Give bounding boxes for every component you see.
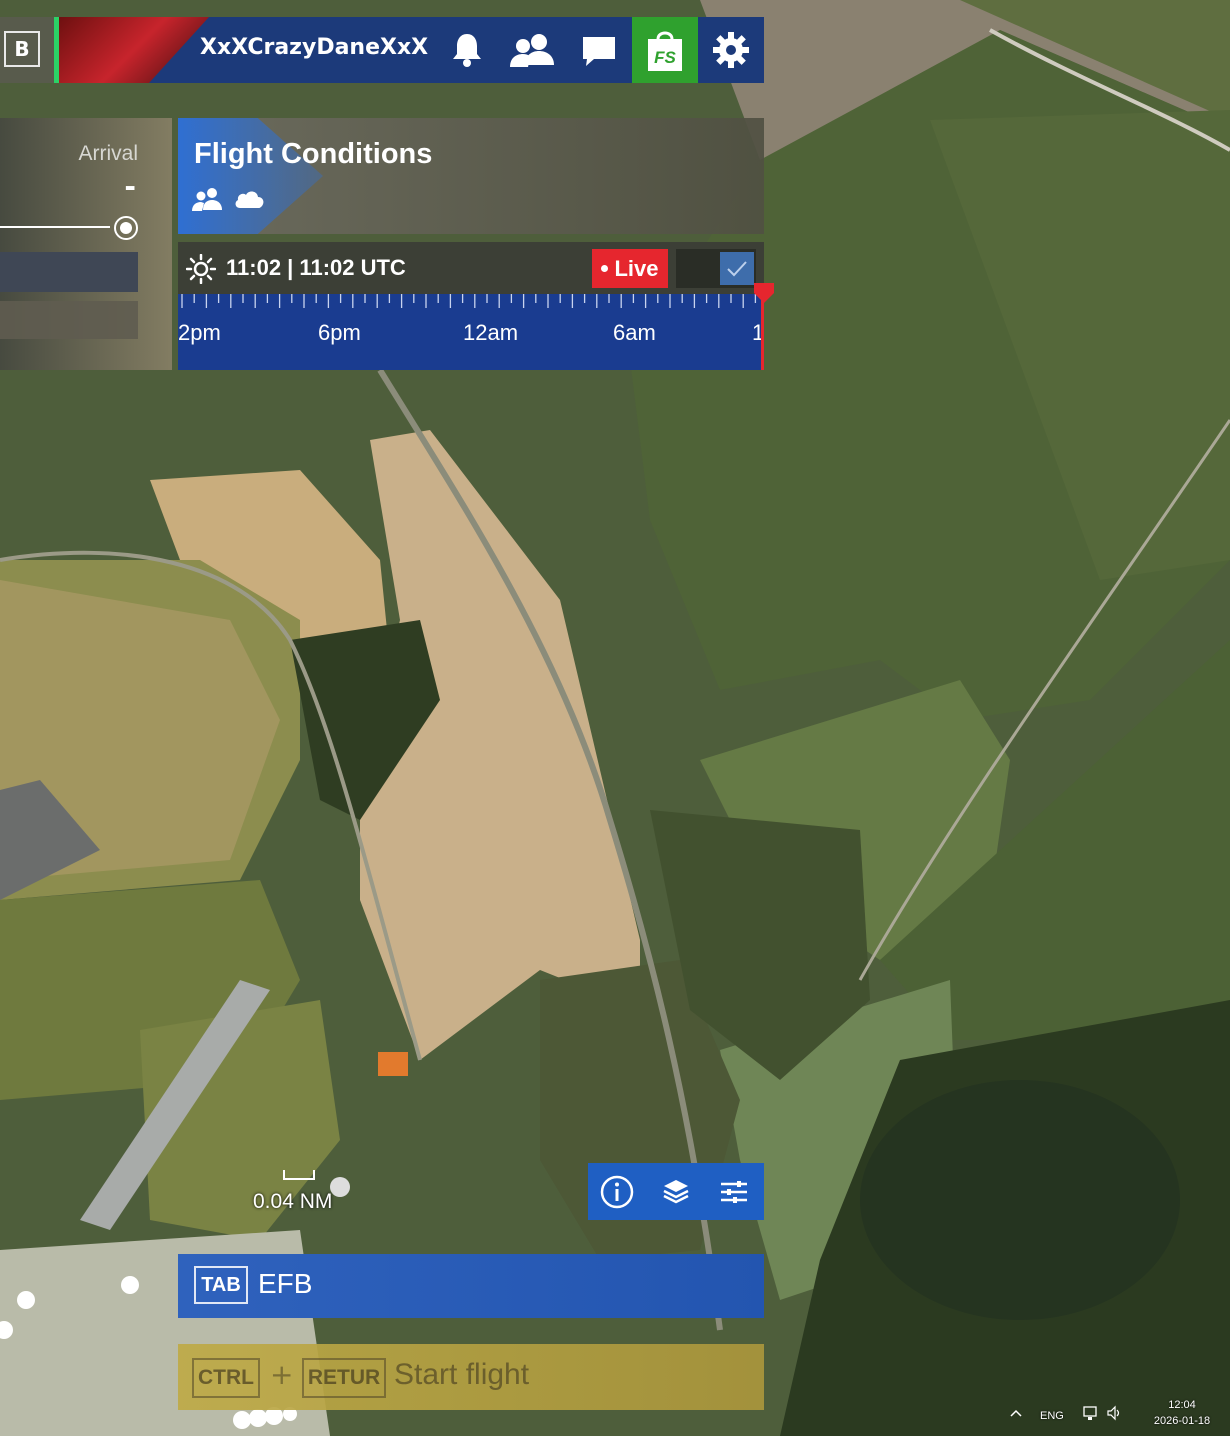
chevron-up-icon[interactable] [1010,1408,1022,1418]
volume-icon[interactable] [1106,1404,1124,1422]
b-key-hint[interactable]: B [0,17,54,83]
info-button[interactable] [588,1163,647,1220]
header-chevron [178,118,323,234]
notifications-button[interactable] [434,17,500,83]
username[interactable]: XxXCrazyDaneXxX [200,35,428,60]
timeline-label: 12am [463,320,519,345]
check-icon [727,260,747,276]
live-label: Live [614,255,659,281]
layers-icon [663,1179,689,1203]
checkbox[interactable] [720,252,754,285]
system-tray: ENG 12:04 2026-01-18 [990,1396,1230,1436]
top-bar: B XxXCrazyDaneXxX FS [0,17,764,83]
ctrl-key-hint: CTRL [192,1358,260,1398]
timeline-label: 6am [613,320,656,345]
layers-button[interactable] [647,1163,706,1220]
route-panel: Arrival - [0,118,172,370]
network-icon[interactable] [1082,1404,1100,1422]
flight-conditions-header[interactable]: Flight Conditions [178,118,764,234]
friends-icon [510,34,554,67]
tab-key-hint: TAB [194,1266,248,1304]
chat-icon [583,37,615,66]
panel-title: Flight Conditions [194,138,433,170]
clock-time[interactable]: 12:04 [1142,1399,1222,1411]
friends-button[interactable] [500,17,566,83]
live-toggle[interactable] [676,249,756,288]
clock-date[interactable]: 2026-01-18 [1142,1415,1222,1427]
route-line [0,226,110,228]
time-bar: 11:02 | 11:02 UTC Live [178,242,764,294]
live-dot [601,265,609,272]
start-flight-button[interactable]: CTRL + RETUR Start flight [178,1344,764,1410]
live-button[interactable]: Live [592,249,668,288]
b-key-label: B [4,31,40,67]
arrival-radio[interactable] [114,216,138,240]
multiplayer-icon [192,188,222,211]
scale-bar [283,1170,315,1180]
arrival-value: - [124,170,136,203]
arrival-option[interactable] [0,301,138,339]
scale-label: 0.04 NM [253,1190,333,1213]
language-indicator[interactable]: ENG [1040,1410,1064,1422]
svg-text:FS: FS [654,48,676,67]
marketplace-icon: FS [648,31,682,71]
arrival-label: Arrival [78,142,138,165]
cloud-icon [235,191,264,208]
marketplace-button[interactable]: FS [632,17,698,83]
header-icons [190,186,266,212]
filters-button[interactable] [705,1163,764,1220]
info-icon [601,1175,634,1208]
arrival-field[interactable] [0,252,138,292]
time-marker[interactable] [761,294,764,370]
start-flight-label: Start flight [394,1358,530,1391]
settings-button[interactable] [698,17,764,83]
sun-icon [186,254,216,284]
timeline-ticks [181,294,757,308]
time-of-day-slider[interactable]: 2pm 6pm 12am 6am 1 [178,294,764,370]
efb-button[interactable]: TAB EFB [178,1254,764,1318]
filters-icon [721,1180,748,1203]
return-key-hint: RETUR [302,1358,386,1398]
map-tools [588,1163,764,1220]
gear-icon [713,32,749,68]
efb-label: EFB [258,1268,313,1299]
time-display: 11:02 | 11:02 UTC [226,255,406,280]
time-marker-handle[interactable] [753,283,775,303]
timeline-label: 2pm [178,320,221,345]
bell-icon [453,34,481,67]
plus-sign: + [270,1358,294,1391]
timeline-label: 6pm [318,320,361,345]
chat-button[interactable] [566,17,632,83]
